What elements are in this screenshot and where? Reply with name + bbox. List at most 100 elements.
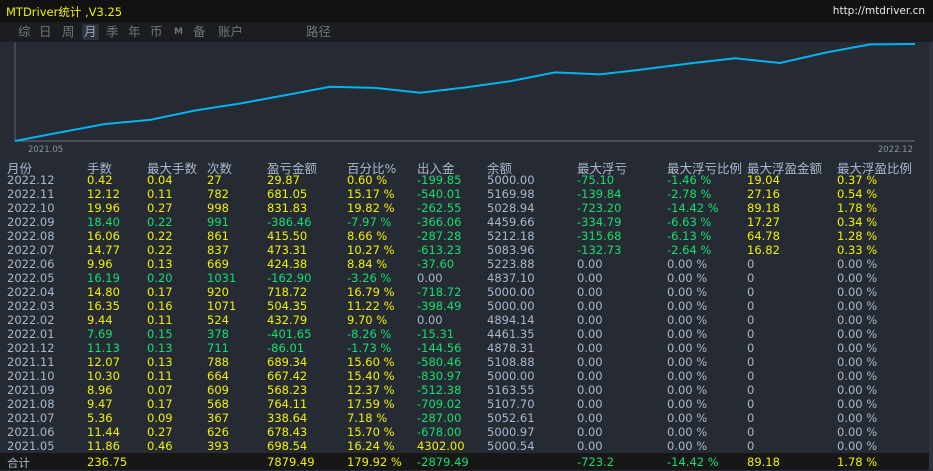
total-cell: -723.2 (577, 455, 614, 469)
table-cell: 0.00 % (667, 299, 707, 313)
table-cell: 0.00 % (837, 271, 877, 285)
table-cell: 568.23 (267, 383, 307, 397)
table-cell: 0.00 % (667, 411, 707, 425)
tab-1[interactable]: 日 (37, 24, 54, 40)
tab-7[interactable]: M (172, 24, 185, 40)
table-cell: 27.16 (747, 187, 780, 201)
table-cell: 8.66 % (347, 229, 387, 243)
table-cell: 0.00 % (837, 313, 877, 327)
tab-4[interactable]: 季 (104, 24, 121, 40)
table-cell: 0.13 (147, 257, 173, 271)
table-cell: -287.28 (417, 229, 461, 243)
table-cell: 782 (207, 187, 229, 201)
table-cell: 2022.05 (7, 271, 55, 285)
table-cell: -199.85 (417, 173, 461, 187)
table-cell: 0.00 (577, 313, 603, 327)
table-cell: 861 (207, 229, 229, 243)
table-cell: 29.87 (267, 173, 300, 187)
table-cell: 338.64 (267, 411, 307, 425)
table-cell: -144.56 (417, 341, 461, 355)
table-cell: 669 (207, 257, 229, 271)
table-cell: 0.00 (417, 271, 443, 285)
table-cell: 0.22 (147, 215, 173, 229)
table-cell: 2021.12 (7, 341, 55, 355)
scrollbar[interactable] (929, 42, 933, 470)
table-cell: 0.27 (147, 201, 173, 215)
table-cell: 5000.00 (487, 173, 535, 187)
table-cell: 2021.05 (7, 439, 55, 453)
tab-0[interactable]: 综 (16, 24, 33, 40)
table-cell: 0.20 (147, 271, 173, 285)
table-cell: 432.79 (267, 313, 307, 327)
table-cell: -718.72 (417, 285, 461, 299)
table-cell: 11.22 % (347, 299, 395, 313)
website-link[interactable]: http://mtdriver.cn (833, 5, 925, 17)
table-cell: 5223.88 (487, 257, 535, 271)
table-cell: 0 (747, 355, 754, 369)
table-cell: 524 (207, 313, 229, 327)
equity-line (15, 44, 915, 141)
table-cell: -6.63 % (667, 215, 711, 229)
table-cell: 11.44 (87, 425, 120, 439)
table-cell: 681.05 (267, 187, 307, 201)
table-cell: 0.16 (147, 299, 173, 313)
table-cell: 0.42 (87, 173, 113, 187)
table-cell: 678.43 (267, 425, 307, 439)
table-cell: 14.80 (87, 285, 120, 299)
table-cell: 415.50 (267, 229, 307, 243)
table-cell: 0.00 % (837, 397, 877, 411)
tab-6[interactable]: 币 (148, 24, 165, 40)
table-cell: 2021.11 (7, 355, 55, 369)
table-cell: 664 (207, 369, 229, 383)
total-cell: -14.42 % (667, 455, 719, 469)
table-cell: 2022.09 (7, 215, 55, 229)
table-cell: 473.31 (267, 243, 307, 257)
table-cell: 698.54 (267, 439, 307, 453)
table-cell: 0.22 (147, 243, 173, 257)
table-cell: 18.40 (87, 215, 120, 229)
table-cell: 14.77 (87, 243, 120, 257)
table-cell: 0.00 (577, 355, 603, 369)
table-cell: 0.60 % (347, 173, 387, 187)
table-cell: -830.97 (417, 369, 461, 383)
table-cell: 0.00 (577, 425, 603, 439)
table-cell: 12.12 (87, 187, 120, 201)
table-cell: 0 (747, 383, 754, 397)
total-cell: 236.75 (87, 455, 127, 469)
tab-8[interactable]: 备 (191, 24, 208, 40)
table-cell: 0.00 % (667, 439, 707, 453)
table-cell: 64.78 (747, 229, 780, 243)
table-cell: -1.73 % (347, 341, 391, 355)
table-cell: 504.35 (267, 299, 307, 313)
table-cell: 5000.00 (487, 285, 535, 299)
tab-5[interactable]: 年 (126, 24, 143, 40)
table-cell: 4894.14 (487, 313, 535, 327)
table-cell: 17.27 (747, 215, 780, 229)
table-cell: 667.42 (267, 369, 307, 383)
table-cell: 16.19 (87, 271, 120, 285)
tab-9[interactable]: 账户 (216, 24, 245, 40)
table-cell: 0.00 % (837, 257, 877, 271)
table-cell: 788 (207, 355, 229, 369)
table-cell: 2022.08 (7, 229, 55, 243)
table-cell: 1.78 % (837, 201, 877, 215)
table-cell: 2022.11 (7, 187, 55, 201)
table-cell: -334.79 (577, 215, 621, 229)
table-cell: 11.13 (87, 341, 120, 355)
table-cell: 2022.01 (7, 327, 55, 341)
table-cell: 19.82 % (347, 201, 395, 215)
period-tabs: 综日周月季年币M备账户 路径 (0, 22, 933, 42)
table-cell: 0.00 % (837, 299, 877, 313)
table-cell: 2021.09 (7, 383, 55, 397)
table-cell: 19.96 (87, 201, 120, 215)
table-cell: -8.26 % (347, 327, 391, 341)
tab-3[interactable]: 月 (82, 24, 99, 40)
table-cell: 0 (747, 285, 754, 299)
tab-2[interactable]: 周 (60, 24, 77, 40)
table-cell: -580.46 (417, 355, 461, 369)
tab-10[interactable]: 路径 (304, 24, 333, 40)
table-cell: 15.60 % (347, 355, 395, 369)
table-cell: 9.47 (87, 397, 113, 411)
table-cell: 0 (747, 257, 754, 271)
table-cell: 378 (207, 327, 229, 341)
